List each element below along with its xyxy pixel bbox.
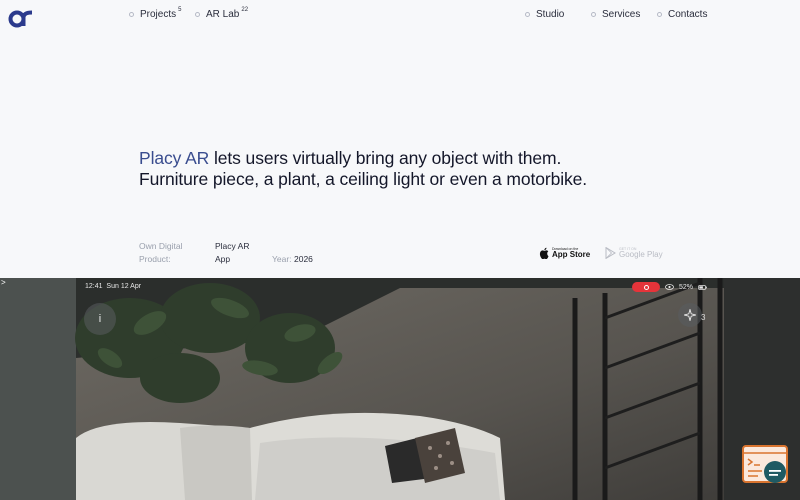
info-button[interactable]: i: [84, 303, 116, 335]
hero-description: Placy AR lets users virtually bring any …: [139, 148, 659, 190]
eye-icon: [665, 284, 674, 290]
record-icon: [643, 284, 649, 290]
nav-services[interactable]: Services: [591, 8, 640, 20]
chat-icon: [742, 445, 788, 483]
product-type-label-line-1: Own Digital: [139, 241, 183, 251]
product-type-label-line-2: Product:: [139, 254, 171, 264]
apple-icon: [539, 247, 549, 259]
year-label: Year:: [272, 254, 292, 264]
hero-brand: Placy AR: [139, 148, 210, 168]
nav-contacts-label: Contacts: [668, 8, 708, 20]
nav-dot-icon: [657, 11, 662, 17]
device-date: Sun 12 Apr: [106, 283, 142, 290]
caret-text: >: [1, 278, 6, 287]
google-play-big-text: Google Play: [619, 250, 663, 259]
record-indicator: [632, 282, 660, 292]
sparkle-count: 3: [701, 313, 706, 322]
chat-widget-button[interactable]: [742, 445, 790, 487]
nav-dot-icon: [195, 11, 200, 17]
nav-services-label: Services: [602, 8, 641, 20]
nav-projects[interactable]: Projects 5: [129, 7, 182, 20]
nav-ar-lab-label: AR Lab: [206, 8, 240, 20]
nav-dot-icon: [129, 11, 134, 17]
nav-dot-icon: [591, 11, 596, 17]
sparkle-button[interactable]: [678, 303, 702, 327]
product-name: Placy AR App: [215, 240, 250, 266]
google-play-badge[interactable]: GET IT ON Google Play: [605, 245, 663, 261]
device-status-time: 12:41 Sun 12 Apr: [85, 283, 141, 290]
nav-ar-lab[interactable]: AR Lab 22: [195, 7, 249, 20]
device-status-icons: 52%: [632, 282, 707, 292]
hero-line-2: Furniture piece, a plant, a ceiling ligh…: [139, 169, 588, 189]
product-type-label: Own Digital Product:: [139, 240, 182, 266]
battery-icon: [698, 284, 707, 290]
year-value: 2026: [294, 254, 313, 264]
nav-studio-label: Studio: [536, 8, 565, 20]
nav-projects-label: Projects: [140, 8, 177, 20]
google-play-icon: [605, 247, 616, 259]
nav-studio[interactable]: Studio: [525, 8, 564, 20]
battery-percent: 52%: [679, 283, 694, 291]
info-icon: i: [98, 313, 102, 325]
app-store-badge[interactable]: Download on the App Store: [539, 245, 590, 261]
nav-contacts[interactable]: Contacts: [657, 8, 707, 20]
app-store-big-text: App Store: [552, 250, 591, 259]
product-name-line-2: App: [215, 254, 231, 264]
nav-projects-count: 5: [178, 7, 182, 13]
hero-line-1-rest: lets users virtually bring any object wi…: [209, 148, 562, 168]
nav-dot-icon: [525, 11, 530, 17]
nav-ar-lab-count: 22: [241, 7, 249, 13]
product-name-line-1: Placy AR: [215, 241, 250, 251]
ar-logo-icon[interactable]: [8, 8, 34, 28]
sparkle-icon: [684, 309, 696, 321]
hero-line-1: Placy AR lets users virtually bring any …: [139, 148, 659, 169]
device-time: 12:41: [85, 283, 103, 290]
